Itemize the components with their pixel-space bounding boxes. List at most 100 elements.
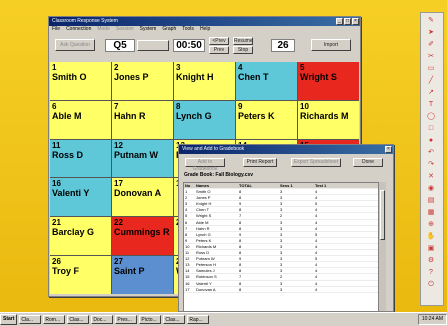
pointer-icon[interactable]: ➤ [424, 29, 438, 37]
import-button[interactable]: Import [311, 39, 351, 51]
student-cell[interactable]: 9 Peters K [236, 100, 297, 139]
table-cell: 4 [315, 280, 318, 286]
zoom-icon[interactable]: ⊕ [424, 221, 438, 229]
student-name: Peters K [238, 110, 275, 121]
clear-icon[interactable]: ✕ [424, 173, 438, 181]
student-number: 2 [114, 63, 119, 72]
rectangle-icon[interactable]: □ [424, 125, 438, 133]
student-cell[interactable]: 3 Knight H [174, 62, 235, 100]
student-cell[interactable]: 16 Valenti Y [50, 178, 111, 217]
color-icon[interactable]: ● [424, 137, 438, 145]
resume-button[interactable]: Resume [233, 37, 253, 45]
table-cell: Jones P [196, 195, 211, 201]
gradebook-close-button[interactable]: × [385, 146, 392, 153]
student-cell[interactable]: 22 Cummings R [112, 217, 173, 256]
add-to-gradebook-button[interactable]: Add to Gradebook [185, 158, 225, 172]
column-header-sess1[interactable]: Sess 1 [279, 183, 314, 188]
taskbar-item[interactable]: Picto... [139, 315, 162, 324]
scrollbar-thumb[interactable] [380, 190, 385, 240]
student-cell[interactable]: 6 Able M [50, 100, 111, 139]
table-cell: 3 [280, 189, 283, 195]
menu-system[interactable]: System [140, 26, 157, 33]
table-cell: 3 [280, 262, 283, 268]
export-spreadsheet-button[interactable]: Export Spreadsheet [291, 158, 341, 167]
table-cell: 17 [185, 286, 190, 292]
ask-question-button[interactable]: Ask Question [55, 39, 95, 51]
save-icon[interactable]: ▣ [424, 245, 438, 253]
taskbar-item[interactable]: Doc... [91, 315, 114, 324]
table-row[interactable]: 17 Donovan A 8 3 4 [184, 287, 380, 293]
taskbar-item[interactable]: Pres... [115, 315, 138, 324]
highlighter-icon[interactable]: ✐ [424, 41, 438, 49]
settings-icon[interactable]: ⚙ [424, 257, 438, 265]
student-cell[interactable]: 5 Wright S [298, 62, 359, 100]
table-cell: 4 [185, 207, 188, 213]
student-cell[interactable]: 12 Putnam W [112, 139, 173, 178]
camera-icon[interactable]: ◉ [424, 185, 438, 193]
grid-icon[interactable]: ▦ [424, 209, 438, 217]
student-cell[interactable]: 2 Jones P [112, 62, 173, 100]
student-cell[interactable]: 17 Donovan A [112, 178, 173, 217]
undo-icon[interactable]: ↶ [424, 149, 438, 157]
text-icon[interactable]: T [424, 101, 438, 109]
column-header-names[interactable]: Names [195, 183, 238, 188]
maximize-button[interactable]: □ [344, 18, 351, 25]
menu-tools[interactable]: Tools [182, 26, 194, 33]
column-header-no[interactable]: No [184, 183, 195, 188]
done-button[interactable]: Done [353, 158, 383, 167]
system-clock: 10:24 AM [417, 314, 447, 325]
table-cell: 2 [280, 213, 283, 219]
menu-help[interactable]: Help [200, 26, 210, 33]
table-cell: 9 [239, 231, 242, 237]
prev-button[interactable]: <Prev [209, 37, 229, 45]
student-number: 7 [114, 101, 119, 111]
page-icon[interactable]: ▤ [424, 197, 438, 205]
table-cell: 4 [315, 219, 318, 225]
student-number: 16 [52, 179, 61, 189]
student-cell[interactable]: 21 Barclay G [50, 217, 111, 256]
column-header-total[interactable]: TOTAL [238, 183, 279, 188]
minimize-button[interactable]: _ [336, 18, 343, 25]
menu-file[interactable]: File [52, 26, 60, 33]
student-cell[interactable]: 26 Troy F [50, 256, 111, 294]
student-cell[interactable]: 1 Smith O [50, 62, 111, 100]
print-report-button[interactable]: Print Report [243, 158, 277, 167]
student-number: 22 [114, 218, 123, 228]
start-button[interactable]: Start [0, 314, 18, 325]
taskbar-item[interactable]: Clas... [67, 315, 90, 324]
arrow-icon[interactable]: ↗ [424, 89, 438, 97]
gradebook-scrollbar[interactable] [378, 182, 386, 311]
pen-icon[interactable]: ✎ [424, 17, 438, 25]
taskbar-item[interactable]: Cla... [19, 315, 42, 324]
student-cell[interactable]: 7 Hahn R [112, 100, 173, 139]
student-cell[interactable]: 8 Lynch G [174, 100, 235, 139]
menu-graph[interactable]: Graph [162, 26, 176, 33]
menu-mode[interactable]: Mode [97, 26, 110, 33]
help-icon[interactable]: ? [424, 269, 438, 277]
gradebook-window: View and Add to Gradebook × Add to Grade… [178, 144, 394, 312]
student-cell[interactable]: 4 Chen T [236, 62, 297, 100]
prev2-button[interactable]: Prev [209, 46, 229, 54]
gradebook-title-bar: View and Add to Gradebook × [179, 145, 393, 154]
scissors-icon[interactable]: ✂ [424, 53, 438, 61]
taskbar-item[interactable]: Rom... [43, 315, 66, 324]
stop-button[interactable]: Stop [233, 46, 253, 54]
back-button[interactable] [137, 40, 169, 51]
menu-session[interactable]: Session [116, 26, 134, 33]
close-button[interactable]: × [352, 18, 359, 25]
gradebook-table[interactable]: No Names TOTAL Sess 1 Test 1 1 Smith O834… [183, 182, 381, 311]
column-header-test1[interactable]: Test 1 [314, 183, 349, 188]
student-cell[interactable]: 11 Ross D [50, 139, 111, 178]
line-icon[interactable]: ╱ [424, 77, 438, 85]
table-cell: 2 [280, 274, 283, 280]
taskbar-item[interactable]: Rap... [187, 315, 210, 324]
eraser-icon[interactable]: ▭ [424, 65, 438, 73]
exit-icon[interactable]: ⏻ [424, 281, 438, 289]
menu-connection[interactable]: Connection [66, 26, 91, 33]
student-cell[interactable]: 27 Saint P [112, 256, 173, 294]
shape-icon[interactable]: ◯ [424, 113, 438, 121]
hand-icon[interactable]: ✋ [424, 233, 438, 241]
taskbar-item[interactable]: Clas... [163, 315, 186, 324]
student-cell[interactable]: 10 Richards M [298, 100, 359, 139]
redo-icon[interactable]: ↷ [424, 161, 438, 169]
